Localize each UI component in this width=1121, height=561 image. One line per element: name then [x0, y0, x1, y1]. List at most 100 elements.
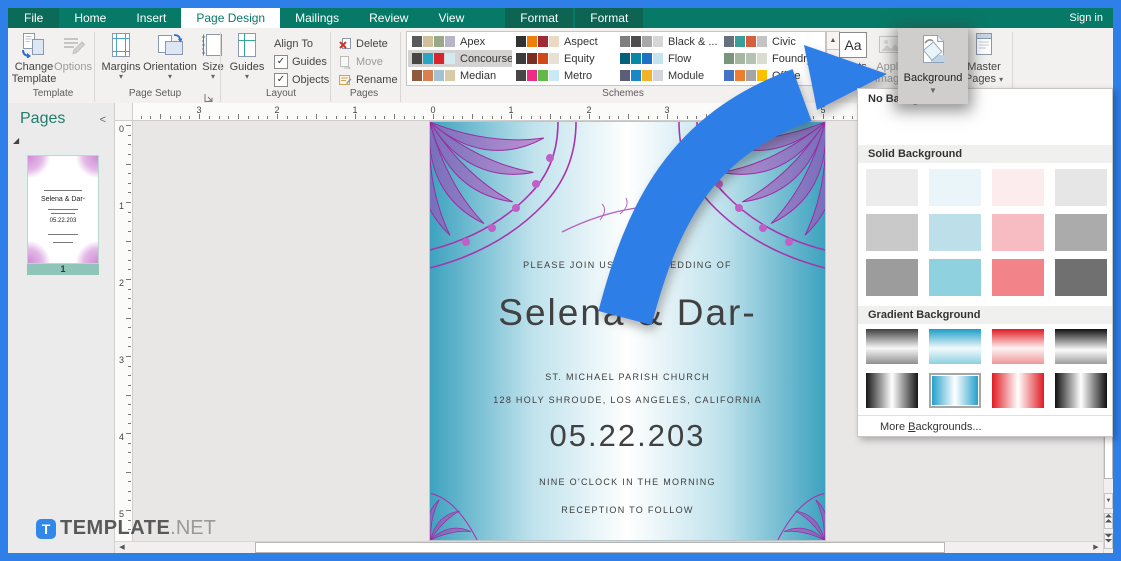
tab-home[interactable]: Home [59, 8, 121, 28]
scheme-color-chips [620, 70, 663, 81]
tab-file[interactable]: File [8, 8, 60, 28]
next-page-button[interactable] [1104, 533, 1113, 549]
solid-background-swatch[interactable] [929, 214, 981, 251]
scheme-apex[interactable]: Apex [408, 33, 512, 50]
publication-page[interactable]: PLEASE JOIN US AT THE WEDDING OF Selena … [430, 122, 825, 540]
scheme-concourse[interactable]: Concourse [408, 50, 512, 67]
solid-background-swatch[interactable] [992, 214, 1044, 251]
page-number-badge[interactable]: 1 [27, 264, 99, 275]
gradient-background-swatch[interactable] [929, 329, 981, 364]
tab-mailings[interactable]: Mailings [280, 8, 354, 28]
solid-background-swatch[interactable] [866, 259, 918, 296]
guides-button[interactable]: Guides ▾ [228, 31, 266, 81]
solid-background-swatch[interactable] [992, 169, 1044, 206]
invitation-intro-line[interactable]: PLEASE JOIN US AT THE WEDDING OF [430, 260, 825, 270]
solid-background-swatch[interactable] [1055, 169, 1107, 206]
master-pages-dropdown-arrow: ▾ [999, 75, 1004, 84]
scheme-median[interactable]: Median [408, 67, 512, 84]
invitation-church-line[interactable]: ST. MICHAEL PARISH CHURCH [430, 372, 825, 382]
sign-in-link[interactable]: Sign in [1059, 8, 1113, 28]
thumb-ornament [28, 156, 50, 178]
solid-background-swatch[interactable] [929, 259, 981, 296]
ruler-corner-box [115, 103, 133, 121]
scheme-civic[interactable]: Civic [720, 33, 824, 50]
gradient-background-swatch[interactable] [1055, 329, 1107, 364]
background-icon [918, 33, 948, 70]
previous-page-button[interactable] [1104, 513, 1113, 529]
horizontal-scroll-thumb[interactable] [255, 542, 945, 553]
change-template-icon [21, 31, 47, 59]
collapse-panel-icon[interactable]: < [100, 114, 106, 126]
solid-background-swatch[interactable] [1055, 259, 1107, 296]
scroll-left-button[interactable]: ◀ [115, 542, 129, 553]
change-template-button[interactable]: Change Template [12, 31, 56, 85]
scheme-name: Foundry [772, 52, 813, 65]
solid-background-swatch[interactable] [929, 169, 981, 206]
scheme-flow[interactable]: Flow [616, 50, 720, 67]
tab-page-design[interactable]: Page Design [181, 8, 281, 28]
panel-expand-icon[interactable]: ◢ [13, 136, 19, 145]
solid-background-swatch[interactable] [992, 259, 1044, 296]
size-button[interactable]: Size ▾ [198, 31, 228, 81]
thumb-ornament [28, 241, 50, 263]
horizontal-scrollbar[interactable]: ◀ ▶ [115, 541, 1103, 553]
move-page-button[interactable]: Move [338, 54, 383, 70]
align-guides-checkbox[interactable]: ✓ Guides [274, 54, 327, 70]
tab-format[interactable]: Format [575, 8, 644, 28]
rename-page-button[interactable]: Rename [338, 72, 398, 88]
background-button[interactable]: Background ▼ [898, 28, 968, 104]
solid-background-swatch[interactable] [866, 214, 918, 251]
tab-insert[interactable]: Insert [121, 8, 181, 28]
scheme-color-chips [516, 36, 559, 47]
options-button[interactable]: Options [54, 31, 92, 73]
invitation-date[interactable]: 05.22.203 [430, 418, 825, 454]
scroll-right-button[interactable]: ▶ [1089, 542, 1103, 553]
invitation-time-line[interactable]: NINE O'CLOCK IN THE MORNING [430, 477, 825, 487]
solid-background-swatch[interactable] [866, 169, 918, 206]
margins-icon [109, 31, 133, 59]
scheme-equity[interactable]: Equity [512, 50, 616, 67]
gradient-background-swatch-selected[interactable] [929, 373, 981, 408]
guides-dropdown-arrow: ▾ [244, 72, 249, 81]
lace-ornament-bottom-right [777, 493, 825, 540]
scheme-aspect[interactable]: Aspect [512, 33, 616, 50]
scheme-office[interactable]: Office [720, 67, 824, 84]
page-1-thumbnail[interactable]: Selena & Dar- 05.22.203 [26, 154, 100, 265]
gradient-background-swatch[interactable] [1055, 373, 1107, 408]
orientation-button[interactable]: Orientation ▾ [143, 31, 197, 81]
scroll-down-button[interactable]: ▼ [1104, 493, 1113, 509]
invitation-reception-line[interactable]: RECEPTION TO FOLLOW [430, 505, 825, 515]
window-content: File Home Insert Page Design Mailings Review V… [8, 8, 1113, 553]
gradient-background-swatch[interactable] [992, 373, 1044, 408]
align-objects-checkbox[interactable]: ✓ Objects [274, 72, 329, 88]
gradient-background-swatch[interactable] [992, 329, 1044, 364]
vertical-ruler[interactable]: 012345 [115, 121, 133, 541]
scheme-color-chips [724, 36, 767, 47]
scheme-metro[interactable]: Metro [512, 67, 616, 84]
margins-dropdown-arrow: ▾ [118, 72, 123, 81]
thumb-date-text: 05.22.203 [49, 218, 77, 224]
delete-page-button[interactable]: Delete [338, 36, 388, 52]
scheme-module[interactable]: Module [616, 67, 720, 84]
invitation-names[interactable]: Selena & Dar- [430, 292, 825, 334]
tab-format[interactable]: Format [505, 8, 574, 28]
layout-group-label: Layout [265, 88, 297, 99]
lace-ornament-bottom-left [430, 493, 478, 540]
gradient-background-swatch[interactable] [866, 329, 918, 364]
scheme-name: Flow [668, 52, 692, 65]
schemes-group-label: Schemes [602, 88, 644, 99]
gradient-background-swatch[interactable] [866, 373, 918, 408]
invitation-address-line[interactable]: 128 HOLY SHROUDE, LOS ANGELES, CALIFORNI… [430, 395, 825, 405]
tab-review[interactable]: Review [354, 8, 423, 28]
fonts-button[interactable]: Aa Fonts ▾ [836, 31, 870, 81]
tab-view[interactable]: View [423, 8, 479, 28]
more-backgrounds-menu-item[interactable]: More Backgrounds... [880, 421, 982, 433]
scheme-color-chips [724, 53, 767, 64]
scheme-black-[interactable]: Black & ... [616, 33, 720, 50]
menu-separator [858, 415, 1112, 416]
scheme-foundry[interactable]: Foundry [720, 50, 824, 67]
pages-group-label: Pages [349, 88, 379, 99]
solid-background-swatch[interactable] [1055, 214, 1107, 251]
margins-button[interactable]: Margins ▾ [100, 31, 142, 81]
scheme-name: Module [668, 69, 705, 82]
